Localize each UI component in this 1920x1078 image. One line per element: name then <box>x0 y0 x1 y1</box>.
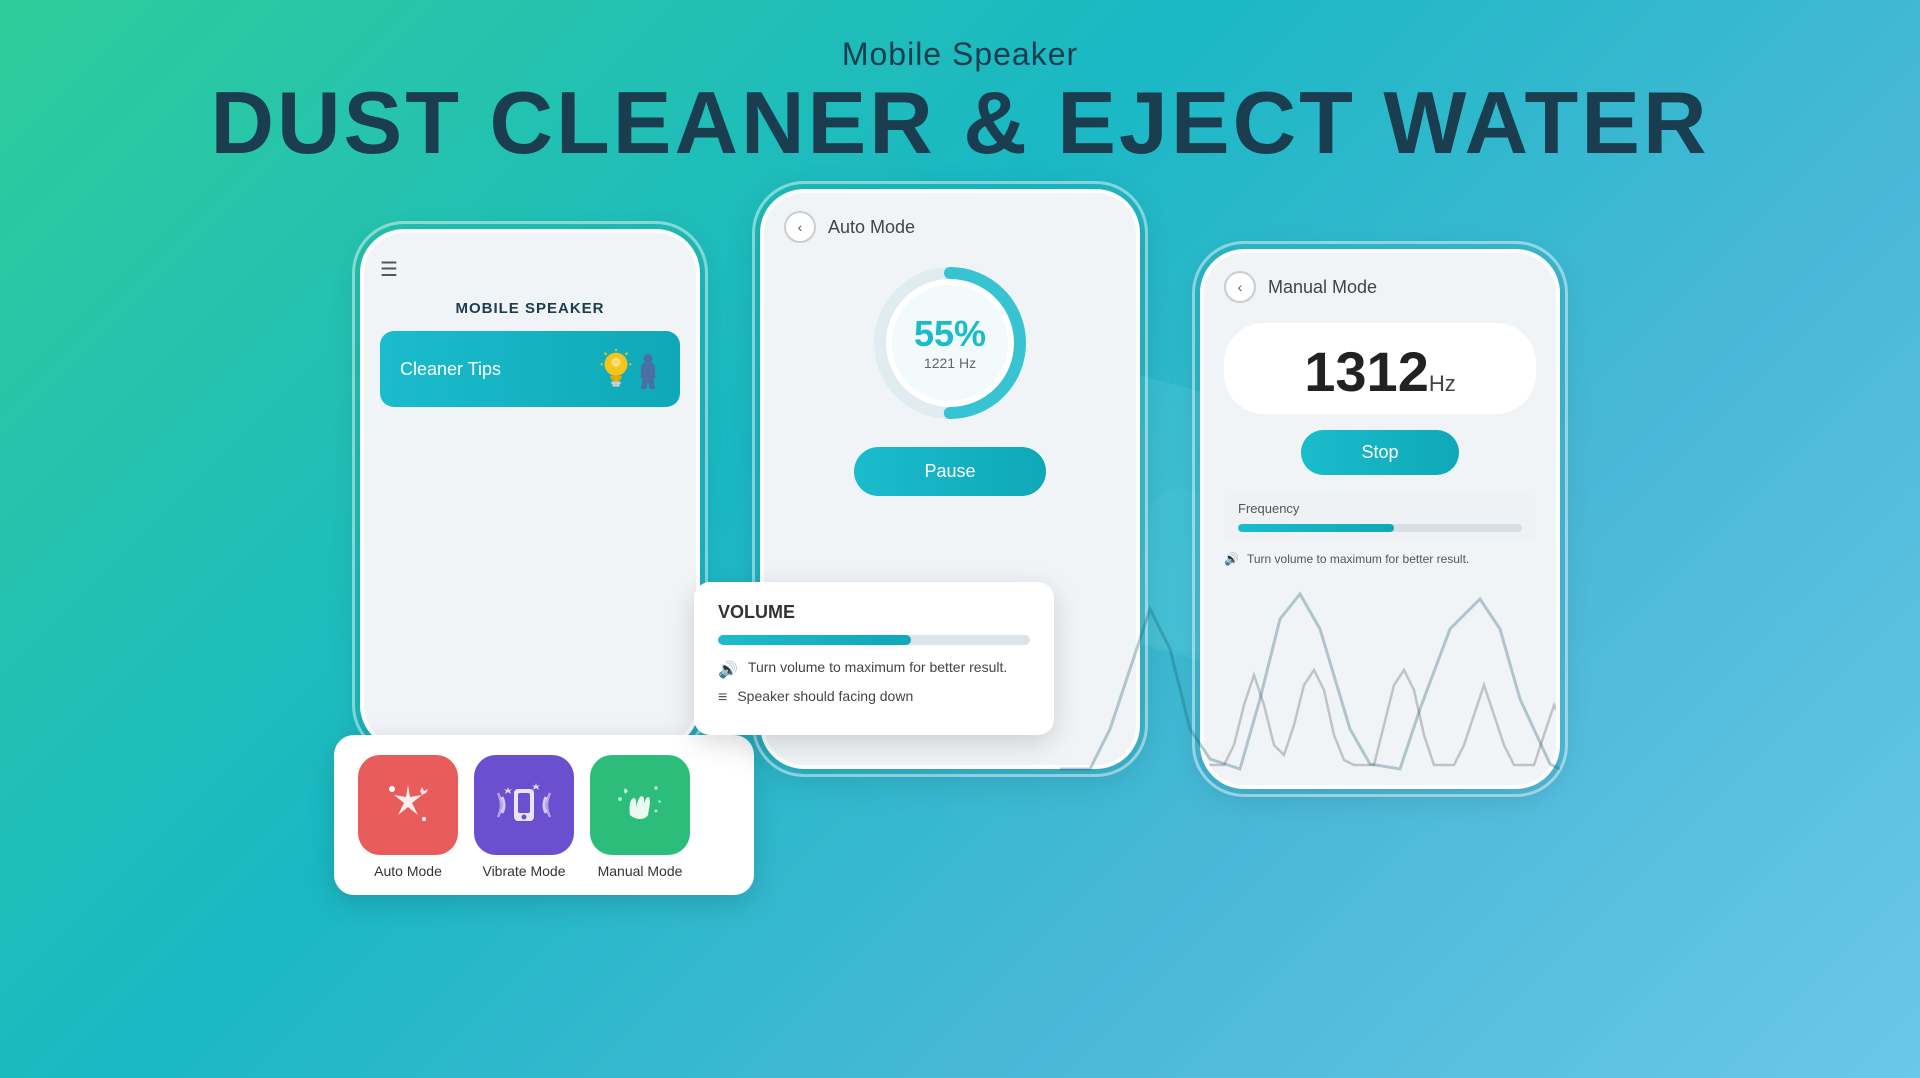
freq-tip: 🔊 Turn volume to maximum for better resu… <box>1224 552 1536 566</box>
center-nav-bar: ‹ Auto Mode <box>784 211 1116 243</box>
frequency-section: Frequency <box>1224 491 1536 542</box>
volume-bar-fill <box>718 635 911 645</box>
right-mode-title: Manual Mode <box>1268 277 1377 298</box>
manual-mode-label: Manual Mode <box>598 863 683 879</box>
left-phone-title: MOBILE SPEAKER <box>380 300 680 317</box>
freq-bar-fill <box>1238 524 1394 532</box>
header-subtitle: Mobile Speaker <box>0 36 1920 73</box>
frequency-section-label: Frequency <box>1238 501 1522 516</box>
freq-tip-speaker-icon: 🔊 <box>1224 552 1239 566</box>
right-phone-inner: ‹ Manual Mode 1312Hz Stop Frequency <box>1204 253 1556 592</box>
speaker-icon-1: 🔊 <box>718 660 738 680</box>
cleaner-tips-button[interactable]: Cleaner Tips <box>380 331 680 407</box>
right-phone: ‹ Manual Mode 1312Hz Stop Frequency <box>1200 239 1560 789</box>
right-nav-bar: ‹ Manual Mode <box>1224 271 1536 303</box>
auto-mode-icon <box>358 755 458 855</box>
left-phone-screen: ☰ MOBILE SPEAKER Cleaner Tips <box>360 229 700 749</box>
volume-label: VOLUME <box>718 602 1030 623</box>
center-back-icon: ‹ <box>798 219 803 235</box>
volume-tip-text-1: Turn volume to maximum for better result… <box>748 659 1007 675</box>
center-phone-inner: ‹ Auto Mode <box>764 193 1136 514</box>
volume-popup: VOLUME 🔊 Turn volume to maximum for bett… <box>694 582 1054 735</box>
freq-bar-track <box>1238 524 1522 532</box>
circle-progress: 55% 1221 Hz <box>870 263 1030 423</box>
speaker-facing-icon: ≡ <box>718 689 727 707</box>
center-back-button[interactable]: ‹ <box>784 211 816 243</box>
circle-progress-container: 55% 1221 Hz <box>784 263 1116 423</box>
header-title: DUST CLEANER & EJECT WATER <box>0 77 1920 169</box>
lightbulb-icon <box>600 349 632 389</box>
auto-mode-svg <box>378 775 438 835</box>
volume-bar-track <box>718 635 1030 645</box>
freq-tip-text: Turn volume to maximum for better result… <box>1247 552 1469 566</box>
progress-hz: 1221 Hz <box>924 355 976 371</box>
manual-mode-icon <box>590 755 690 855</box>
person-icon <box>636 353 660 389</box>
frequency-display: 1312Hz <box>1224 323 1536 414</box>
center-mode-title: Auto Mode <box>828 217 915 238</box>
frequency-unit: Hz <box>1429 371 1456 396</box>
volume-tip-text-2: Speaker should facing down <box>737 688 913 704</box>
hamburger-icon[interactable]: ☰ <box>380 257 680 282</box>
stop-button[interactable]: Stop <box>1301 430 1458 475</box>
manual-mode-svg <box>610 775 670 835</box>
vibrate-mode-label: Vibrate Mode <box>482 863 565 879</box>
pause-button[interactable]: Pause <box>854 447 1045 496</box>
progress-percent: 55% <box>914 313 986 355</box>
manual-mode-card[interactable]: Manual Mode <box>590 755 690 879</box>
volume-tip-2: ≡ Speaker should facing down <box>718 688 1030 707</box>
mode-cards-popup: Auto Mode <box>334 735 754 895</box>
auto-mode-card[interactable]: Auto Mode <box>358 755 458 879</box>
cleaner-tips-icons <box>600 349 660 389</box>
header: Mobile Speaker DUST CLEANER & EJECT WATE… <box>0 0 1920 179</box>
vibrate-mode-icon <box>474 755 574 855</box>
volume-tip-1: 🔊 Turn volume to maximum for better resu… <box>718 659 1030 680</box>
circle-text: 55% 1221 Hz <box>914 313 986 373</box>
big-waveform-svg <box>1060 589 1560 789</box>
auto-mode-label: Auto Mode <box>374 863 442 879</box>
frequency-value: 1312 <box>1304 340 1429 403</box>
right-back-button[interactable]: ‹ <box>1224 271 1256 303</box>
vibrate-mode-svg <box>494 775 554 835</box>
phones-container: ☰ MOBILE SPEAKER Cleaner Tips <box>0 179 1920 789</box>
vibrate-mode-card[interactable]: Vibrate Mode <box>474 755 574 879</box>
left-phone: ☰ MOBILE SPEAKER Cleaner Tips <box>360 229 700 749</box>
right-back-icon: ‹ <box>1238 279 1243 295</box>
cleaner-tips-label: Cleaner Tips <box>400 359 501 380</box>
